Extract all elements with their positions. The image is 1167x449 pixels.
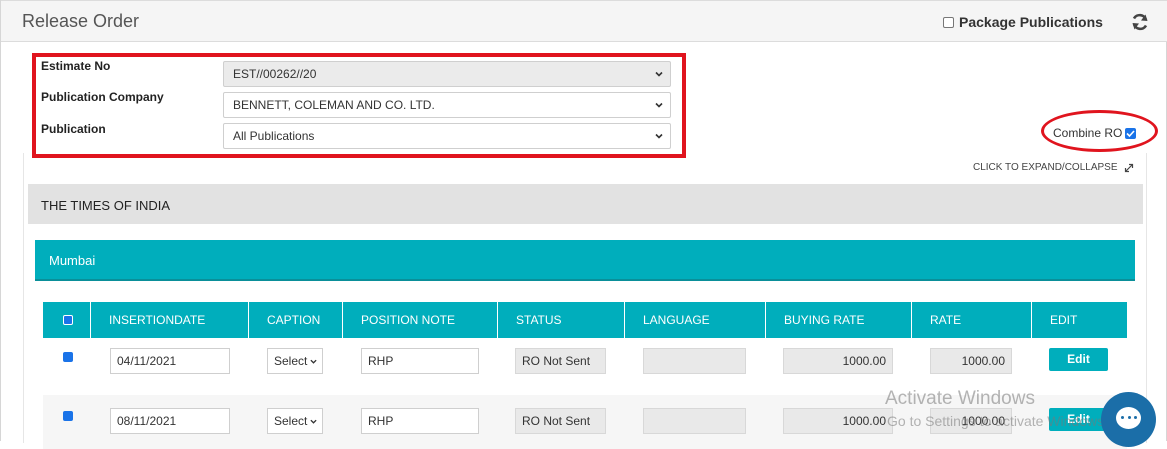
combine-ro-checkbox[interactable]	[1125, 127, 1137, 139]
city-section-title: Mumbai	[49, 253, 96, 268]
chat-dots-icon	[1121, 416, 1137, 420]
package-publications-checkbox[interactable]	[943, 16, 954, 28]
position-note-input[interactable]: RHP	[361, 408, 479, 434]
chevron-down-icon	[310, 359, 317, 364]
select-all-checkbox[interactable]	[63, 315, 73, 325]
buying-rate-field: 1000.00	[783, 348, 893, 374]
header-buying-rate: BUYING RATE	[766, 302, 912, 338]
release-order-page: Release Order Package Publications Estim…	[0, 0, 1167, 449]
publication-label: Publication	[41, 122, 106, 136]
status-field: RO Not Sent	[515, 348, 606, 374]
status-field: RO Not Sent	[515, 408, 606, 434]
city-section-header[interactable]: Mumbai	[35, 240, 1135, 281]
edit-button[interactable]: Edit	[1049, 348, 1108, 371]
header-language: LANGUAGE	[625, 302, 766, 338]
chevron-down-icon	[655, 133, 663, 139]
header-edit: EDIT	[1050, 313, 1078, 327]
row-checkbox[interactable]	[63, 352, 73, 362]
activate-windows-subtitle: Go to Settings to activate Windows.	[887, 413, 1108, 429]
header-position-note: POSITION NOTE	[343, 302, 498, 338]
expand-collapse-toggle[interactable]: CLICK TO EXPAND/COLLAPSE	[973, 162, 1134, 173]
publication-section-header[interactable]: THE TIMES OF INDIA	[28, 184, 1143, 224]
insertion-date-input[interactable]: 04/11/2021	[110, 348, 230, 374]
caption-select[interactable]: Select	[267, 408, 323, 434]
refresh-icon[interactable]	[1130, 12, 1150, 32]
estimate-no-value: EST//00262//20	[233, 67, 317, 81]
chevron-down-icon	[655, 102, 663, 108]
buying-rate-field: 1000.00	[783, 408, 893, 434]
rate-field: 1000.00	[930, 348, 1012, 374]
language-field	[643, 348, 746, 374]
header-caption: CAPTION	[249, 302, 343, 338]
language-field	[643, 408, 746, 434]
chevron-down-icon	[655, 71, 663, 77]
combine-ro-toggle[interactable]: Combine RO	[1053, 126, 1137, 140]
chat-widget-button[interactable]	[1101, 392, 1156, 447]
chevron-down-icon	[310, 419, 317, 424]
page-header: Release Order Package Publications	[1, 0, 1167, 42]
estimate-no-select[interactable]: EST//00262//20	[223, 61, 671, 87]
publication-company-select[interactable]: BENNETT, COLEMAN AND CO. LTD.	[223, 92, 671, 118]
insertion-date-input[interactable]: 08/11/2021	[110, 408, 230, 434]
position-note-input[interactable]: RHP	[361, 348, 479, 374]
expand-icon	[1124, 163, 1133, 172]
publication-company-label: Publication Company	[41, 90, 164, 104]
caption-select-value: Select	[274, 414, 308, 428]
publication-select[interactable]: All Publications	[223, 123, 671, 149]
caption-select-value: Select	[274, 354, 308, 368]
check-icon	[1126, 129, 1135, 137]
publication-value: All Publications	[233, 129, 315, 143]
header-status: STATUS	[498, 302, 625, 338]
activate-windows-title: Activate Windows	[885, 388, 1035, 409]
header-insertiondate: INSERTIONDATE	[91, 302, 249, 338]
table-header: INSERTIONDATE CAPTION POSITION NOTE STAT…	[43, 302, 1127, 338]
expand-collapse-label: CLICK TO EXPAND/COLLAPSE	[973, 162, 1118, 173]
publication-company-value: BENNETT, COLEMAN AND CO. LTD.	[233, 98, 435, 112]
publication-section-title: THE TIMES OF INDIA	[41, 198, 171, 213]
header-rate: RATE	[912, 302, 1032, 338]
caption-select[interactable]: Select	[267, 348, 323, 374]
select-all-header	[43, 302, 91, 338]
package-publications-label: Package Publications	[959, 14, 1103, 30]
page-title: Release Order	[22, 11, 140, 31]
table-row: 04/11/2021 Select RHP RO Not Sent 1000.0…	[43, 338, 1127, 392]
package-publications-toggle[interactable]: Package Publications	[943, 14, 1103, 30]
row-checkbox[interactable]	[63, 411, 73, 421]
combine-ro-label: Combine RO	[1053, 126, 1123, 140]
estimate-no-label: Estimate No	[41, 59, 111, 73]
